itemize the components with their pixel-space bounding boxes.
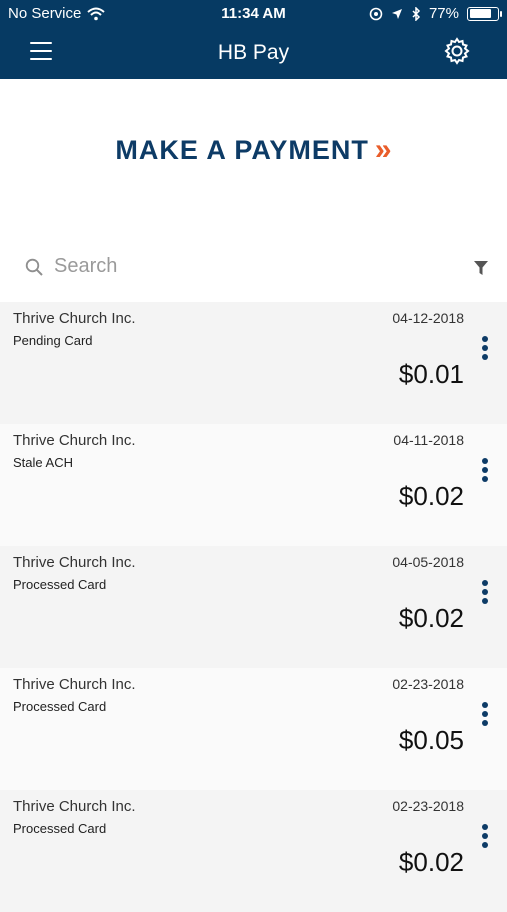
filter-icon[interactable] <box>473 260 489 276</box>
status-bar: No Service 11:34 AM 77% <box>8 5 502 23</box>
clock: 11:34 AM <box>221 5 286 22</box>
payee-name: Thrive Church Inc. <box>13 676 136 693</box>
search-input[interactable] <box>52 254 356 279</box>
payee-name: Thrive Church Inc. <box>13 310 136 327</box>
payment-status: Processed Card <box>13 821 107 836</box>
payment-amount: $0.02 <box>398 481 464 511</box>
make-payment-button[interactable]: MAKE A PAYMENT» <box>0 133 507 167</box>
payment-status: Pending Card <box>13 333 93 348</box>
payment-date: 02-23-2018 <box>392 798 464 814</box>
payment-status: Processed Card <box>13 577 107 592</box>
transaction-row[interactable]: Thrive Church Inc. Pending Card 04-12-20… <box>0 302 507 424</box>
more-options-icon[interactable] <box>480 336 490 366</box>
payment-amount: $0.02 <box>398 847 464 877</box>
payment-date: 02-23-2018 <box>392 676 464 692</box>
transaction-list: Thrive Church Inc. Pending Card 04-12-20… <box>0 302 507 912</box>
app-bar: HB Pay <box>0 30 507 74</box>
transaction-row[interactable]: Thrive Church Inc. Stale ACH 04-11-2018 … <box>0 424 507 546</box>
gear-icon[interactable] <box>443 37 471 65</box>
bluetooth-icon <box>412 6 421 21</box>
double-chevron-right-icon: » <box>374 133 392 166</box>
battery-icon <box>467 6 502 21</box>
more-options-icon[interactable] <box>480 458 490 488</box>
transaction-row[interactable]: Thrive Church Inc. Processed Card 04-05-… <box>0 546 507 668</box>
status-left: No Service <box>8 5 106 22</box>
more-options-icon[interactable] <box>480 580 490 610</box>
payment-date: 04-11-2018 <box>393 432 464 448</box>
make-payment-label: MAKE A PAYMENT <box>115 135 369 165</box>
payment-date: 04-12-2018 <box>392 310 464 326</box>
status-right: 77% <box>369 5 502 22</box>
payee-name: Thrive Church Inc. <box>13 554 136 571</box>
payee-name: Thrive Church Inc. <box>13 798 136 815</box>
app-title: HB Pay <box>217 41 290 64</box>
more-options-icon[interactable] <box>480 824 490 854</box>
payee-name: Thrive Church Inc. <box>13 432 136 449</box>
hamburger-menu-icon[interactable] <box>30 42 52 60</box>
payment-status: Processed Card <box>13 699 107 714</box>
location-arrow-icon <box>391 8 402 19</box>
payment-amount: $0.01 <box>398 359 464 389</box>
payment-amount: $0.02 <box>398 603 464 633</box>
search-icon <box>25 258 43 276</box>
payment-status: Stale ACH <box>13 455 73 470</box>
transaction-row[interactable]: Thrive Church Inc. Processed Card 02-23-… <box>0 790 507 912</box>
more-options-icon[interactable] <box>480 702 490 732</box>
carrier-label: No Service <box>8 5 82 22</box>
wifi-icon <box>87 7 106 20</box>
battery-percent: 77% <box>428 5 459 22</box>
orientation-lock-icon <box>369 7 383 20</box>
transaction-row[interactable]: Thrive Church Inc. Processed Card 02-23-… <box>0 668 507 790</box>
payment-amount: $0.05 <box>398 725 464 755</box>
app-header: No Service 11:34 AM 77% HB Pay <box>0 0 507 79</box>
payment-date: 04-05-2018 <box>392 554 464 570</box>
search-bar <box>0 250 507 290</box>
